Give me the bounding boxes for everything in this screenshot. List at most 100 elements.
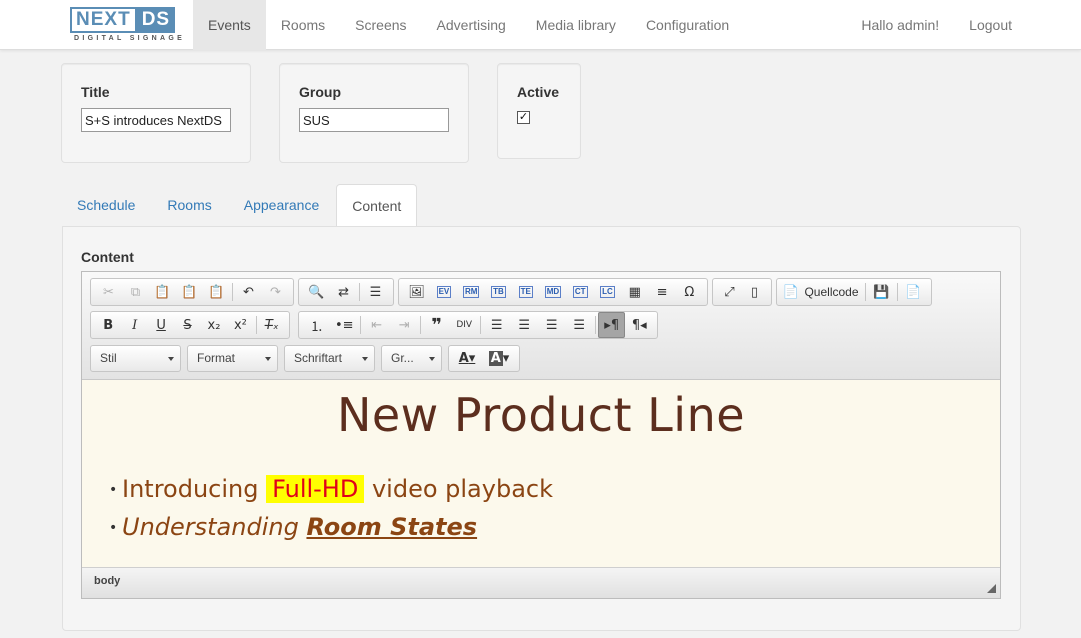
size-combo-label: Gr... [391, 351, 414, 365]
element-path[interactable]: body [94, 575, 120, 587]
format-combo-label: Format [197, 351, 236, 365]
copy-icon[interactable]: ⧉ [122, 279, 149, 305]
show-blocks-icon[interactable]: ▯ [742, 279, 767, 305]
numbered-list-icon[interactable]: ⒈ [303, 312, 331, 338]
outdent-icon[interactable]: ⇤ [363, 312, 391, 338]
separator [359, 283, 360, 301]
view-group: ⤢ ▯ [712, 278, 772, 306]
nav-configuration[interactable]: Configuration [631, 0, 744, 50]
insert-tb-button[interactable]: TB [485, 279, 512, 305]
content-heading: New Product Line [336, 388, 746, 442]
align-left-icon[interactable]: ☰ [483, 312, 511, 338]
title-label: Title [81, 84, 110, 100]
md-label: MD [544, 286, 562, 298]
clipboard-group: ✂ ⧉ 📋 📋 📋 ↶ ↷ [90, 278, 294, 306]
separator [479, 316, 481, 334]
insert-lc-button[interactable]: LC [594, 279, 621, 305]
text-color-button[interactable]: A ▾ [451, 346, 483, 372]
bg-color-button[interactable]: A ▾ [483, 346, 515, 372]
preview-icon[interactable]: 📄 [900, 279, 927, 305]
size-combo[interactable]: Gr... [381, 345, 442, 372]
chevron-down-icon [429, 357, 435, 361]
table-icon[interactable]: ▦ [621, 279, 648, 305]
separator [419, 316, 421, 334]
remove-format-icon[interactable]: T̶ₓ [259, 312, 285, 338]
nav-rooms[interactable]: Rooms [266, 0, 340, 50]
resize-grip-icon[interactable] [987, 584, 996, 593]
insert-md-button[interactable]: MD [539, 279, 566, 305]
tab-appearance[interactable]: Appearance [229, 184, 335, 226]
cut-icon[interactable]: ✂ [95, 279, 122, 305]
insert-te-button[interactable]: TE [512, 279, 539, 305]
active-checkbox[interactable]: ✓ [517, 111, 530, 124]
basic-styles-group: B I U S x₂ x² T̶ₓ [90, 311, 290, 339]
color-group: A ▾ A ▾ [448, 345, 520, 372]
font-combo-label: Schriftart [294, 351, 343, 365]
superscript-icon[interactable]: x² [227, 312, 253, 338]
tab-content[interactable]: Content [336, 184, 418, 227]
tab-schedule[interactable]: Schedule [62, 184, 150, 226]
nextds-logo[interactable]: NEXT DS DIGITAL SIGNAGE [70, 7, 182, 45]
list-item: Introducing Full-HD video playback [109, 470, 553, 509]
ltr-direction-icon[interactable]: ▸¶ [597, 312, 626, 338]
group-label: Group [299, 84, 341, 100]
maximize-icon[interactable]: ⤢ [717, 279, 742, 305]
nav-advertising[interactable]: Advertising [422, 0, 521, 50]
replace-icon[interactable]: ⇄ [330, 279, 357, 305]
underline-button[interactable]: U [148, 312, 174, 338]
source-icon[interactable]: 📄 [781, 279, 800, 305]
format-combo[interactable]: Format [187, 345, 278, 372]
paste-icon[interactable]: 📋 [149, 279, 176, 305]
source-button[interactable]: Quellcode [800, 279, 862, 305]
ct-label: CT [572, 286, 588, 298]
image-icon[interactable]: 🖼 [403, 279, 430, 305]
active-label: Active [517, 84, 560, 100]
editor-content[interactable]: New Product Line Introducing Full-HD vid… [82, 380, 1000, 568]
emphasized-text: Room States [306, 513, 478, 541]
title-input[interactable] [81, 108, 231, 132]
align-right-icon[interactable]: ☰ [538, 312, 566, 338]
rich-text-editor: ✂ ⧉ 📋 📋 📋 ↶ ↷ 🔍 ⇄ ☰ 🖼 EV RM TB TE MD CT … [81, 271, 1001, 599]
ev-label: EV [436, 286, 452, 298]
find-icon[interactable]: 🔍 [303, 279, 330, 305]
group-input[interactable] [299, 108, 449, 132]
separator [896, 283, 898, 301]
blockquote-icon[interactable]: ❞ [423, 312, 451, 338]
select-all-icon[interactable]: ☰ [362, 279, 389, 305]
subscript-icon[interactable]: x₂ [201, 312, 227, 338]
italic-button[interactable]: I [121, 312, 147, 338]
insert-ct-button[interactable]: CT [567, 279, 594, 305]
rtl-direction-icon[interactable]: ¶◂ [625, 312, 653, 338]
align-center-icon[interactable]: ☰ [510, 312, 538, 338]
lc-label: LC [600, 286, 615, 298]
indent-icon[interactable]: ⇥ [390, 312, 418, 338]
list-item: Understanding Room States [109, 508, 553, 547]
text-color-label: A [458, 351, 469, 366]
user-greeting[interactable]: Hallo admin! [861, 0, 969, 50]
nav-events[interactable]: Events [193, 0, 266, 50]
nav-media-library[interactable]: Media library [521, 0, 631, 50]
special-char-icon[interactable]: Ω [676, 279, 703, 305]
font-combo[interactable]: Schriftart [284, 345, 375, 372]
save-icon[interactable]: 💾 [867, 279, 894, 305]
insert-ev-button[interactable]: EV [430, 279, 457, 305]
bullet-list-icon[interactable]: •≡ [331, 312, 359, 338]
bold-button[interactable]: B [95, 312, 121, 338]
group-well: Group [279, 63, 469, 163]
strikethrough-button[interactable]: S [174, 312, 200, 338]
insert-rm-button[interactable]: RM [458, 279, 485, 305]
horizontal-rule-icon[interactable]: ≡ [648, 279, 675, 305]
content-label: Content [81, 249, 134, 265]
create-div-icon[interactable]: DIV [450, 312, 478, 338]
logout-link[interactable]: Logout [969, 0, 1081, 50]
paste-text-icon[interactable]: 📋 [176, 279, 203, 305]
undo-icon[interactable]: ↶ [235, 279, 262, 305]
redo-icon[interactable]: ↷ [262, 279, 289, 305]
style-combo[interactable]: Stil [90, 345, 181, 372]
chevron-down-icon [265, 357, 271, 361]
tab-rooms[interactable]: Rooms [152, 184, 226, 226]
paste-word-icon[interactable]: 📋 [203, 279, 230, 305]
align-justify-icon[interactable]: ☰ [565, 312, 593, 338]
nav-screens[interactable]: Screens [340, 0, 421, 50]
separator [360, 316, 361, 334]
